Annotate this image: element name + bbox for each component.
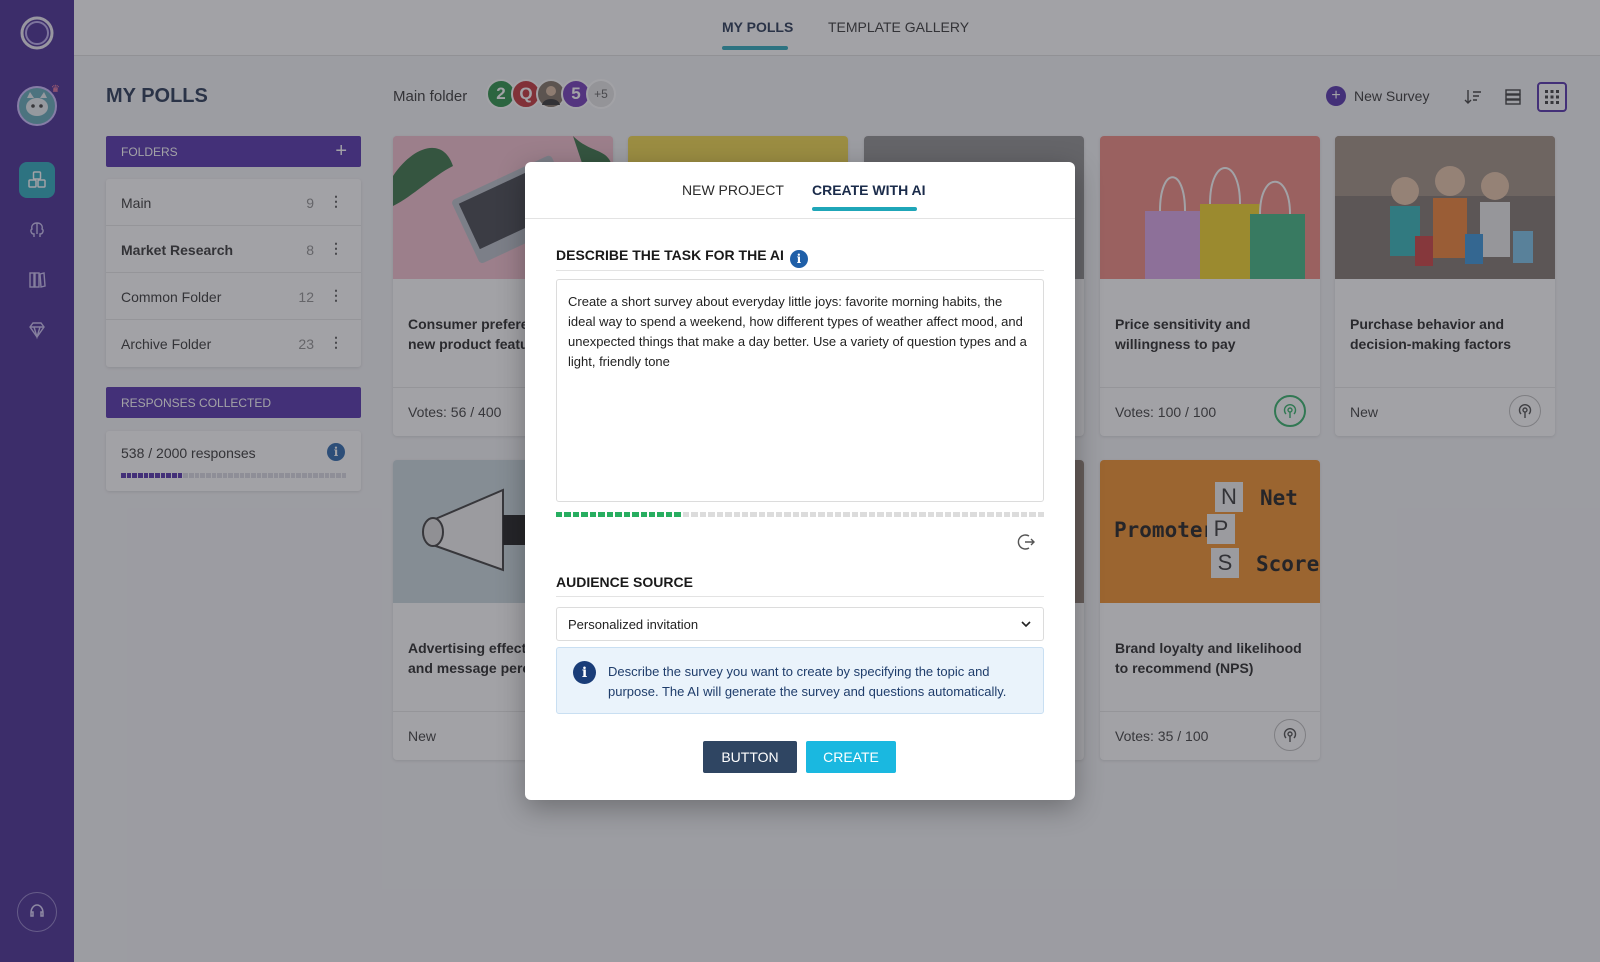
section-divider <box>556 270 1044 271</box>
export-icon[interactable] <box>1017 532 1037 552</box>
tab-create-with-ai[interactable]: CREATE WITH AI <box>812 182 926 198</box>
task-title-label: DESCRIBE THE TASK FOR THE AI <box>556 247 784 263</box>
section-divider <box>556 596 1044 597</box>
info-icon[interactable]: i <box>789 250 808 268</box>
task-section-title: DESCRIBE THE TASK FOR THE AI i <box>556 247 808 268</box>
ai-task-textarea[interactable]: Create a short survey about everyday lit… <box>556 279 1044 502</box>
audience-section-title: AUDIENCE SOURCE <box>556 574 693 590</box>
create-project-modal: NEW PROJECT CREATE WITH AI DESCRIBE THE … <box>525 162 1075 800</box>
info-icon: i <box>573 661 596 684</box>
task-length-progress <box>556 512 1045 517</box>
active-tab-indicator <box>812 207 917 211</box>
create-button[interactable]: CREATE <box>806 741 896 773</box>
chevron-down-icon <box>1021 621 1031 628</box>
audience-source-select[interactable]: Personalized invitation <box>556 607 1044 641</box>
secondary-button[interactable]: BUTTON <box>703 741 797 773</box>
audience-source-value: Personalized invitation <box>568 617 699 632</box>
tab-divider <box>525 218 1075 219</box>
ai-hint-box: i Describe the survey you want to create… <box>556 647 1044 714</box>
hint-text: Describe the survey you want to create b… <box>608 664 1007 699</box>
tab-new-project[interactable]: NEW PROJECT <box>682 182 784 198</box>
